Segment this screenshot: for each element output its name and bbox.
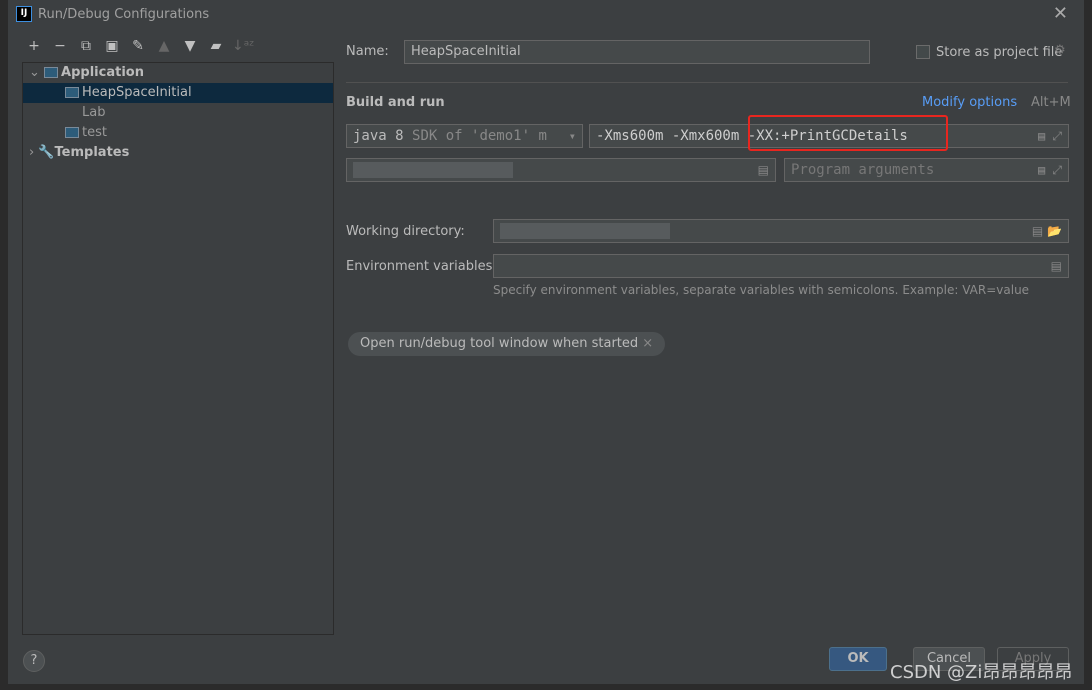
tree-item-lab[interactable]: Lab bbox=[23, 103, 333, 123]
jdk-select[interactable]: java 8 SDK of 'demo1' m ▾ bbox=[346, 124, 583, 148]
app-icon bbox=[44, 67, 59, 78]
dialog-title: Run/Debug Configurations bbox=[38, 7, 210, 22]
new-folder-icon[interactable]: ▰ bbox=[206, 38, 226, 54]
wrench-icon[interactable]: ✎ bbox=[128, 38, 148, 54]
tree-application[interactable]: ⌄ Application bbox=[23, 63, 333, 83]
config-tree: ⌄ Application HeapSpaceInitial Lab test … bbox=[22, 62, 334, 635]
tree-templates[interactable]: › 🔧Templates bbox=[23, 143, 333, 163]
workdir-input[interactable]: ▤ 📂 bbox=[493, 219, 1069, 243]
remove-icon[interactable]: − bbox=[50, 38, 70, 54]
wrench-icon: 🔧 bbox=[38, 145, 55, 160]
redacted-blur bbox=[500, 222, 670, 239]
placeholder: Program arguments bbox=[791, 162, 935, 178]
folder-icon[interactable]: ▤ 📂 bbox=[1032, 220, 1062, 242]
move-down-icon[interactable]: ▼ bbox=[180, 38, 200, 54]
close-icon[interactable]: × bbox=[642, 336, 653, 351]
store-label: Store as project file bbox=[936, 45, 1063, 60]
tree-label: Application bbox=[61, 65, 144, 80]
modify-shortcut: Alt+M bbox=[1031, 95, 1071, 110]
modify-options-link[interactable]: Modify options bbox=[922, 95, 1017, 110]
help-button[interactable]: ? bbox=[23, 650, 45, 672]
tree-label: Templates bbox=[54, 145, 130, 160]
close-icon[interactable]: ✕ bbox=[1053, 3, 1068, 24]
sort-icon[interactable]: ↓ᵃᶻ bbox=[232, 38, 254, 54]
divider bbox=[346, 82, 1068, 83]
doc-icon[interactable]: ▤ bbox=[1051, 255, 1062, 277]
workdir-label: Working directory: bbox=[346, 224, 465, 239]
copy-icon[interactable]: ⧉ bbox=[76, 38, 96, 54]
env-input[interactable]: ▤ bbox=[493, 254, 1069, 278]
add-icon[interactable]: + bbox=[24, 38, 44, 54]
env-label: Environment variables: bbox=[346, 259, 497, 274]
expand-icon[interactable]: ▤ ⤢ bbox=[1038, 125, 1062, 147]
program-arguments-input[interactable]: Program arguments ▤ ⤢ bbox=[784, 158, 1069, 182]
intellij-logo: IJ bbox=[16, 6, 32, 22]
tree-label: Lab bbox=[82, 105, 106, 120]
env-hint: Specify environment variables, separate … bbox=[493, 283, 1030, 297]
jdk-value: java 8 bbox=[353, 128, 404, 144]
watermark: CSDN @Zi昂昂昂昂昂 bbox=[890, 662, 1073, 683]
tree-item-heapspaceinitial[interactable]: HeapSpaceInitial bbox=[23, 83, 333, 103]
gear-icon[interactable]: ⚙ bbox=[1054, 43, 1066, 58]
tree-label: HeapSpaceInitial bbox=[82, 85, 192, 100]
tree-item-test[interactable]: test bbox=[23, 123, 333, 143]
redacted-blur bbox=[353, 161, 513, 178]
tool-window-chip[interactable]: Open run/debug tool window when started … bbox=[348, 332, 666, 356]
section-title: Build and run bbox=[346, 95, 445, 110]
app-icon bbox=[65, 127, 79, 138]
chevron-down-icon: ▾ bbox=[568, 129, 576, 143]
tree-label: test bbox=[82, 125, 107, 140]
chip-label: Open run/debug tool window when started bbox=[360, 336, 639, 351]
ok-button[interactable]: OK bbox=[829, 647, 887, 671]
classpath-input[interactable]: ▤ bbox=[346, 158, 776, 182]
move-up-icon[interactable]: ▲ bbox=[154, 38, 174, 54]
highlight-box bbox=[748, 115, 948, 151]
save-icon[interactable]: ▣ bbox=[102, 38, 122, 54]
doc-icon: ▤ bbox=[757, 163, 769, 177]
store-checkbox[interactable] bbox=[916, 45, 930, 59]
run-debug-dialog: IJ Run/Debug Configurations ✕ + − ⧉ ▣ ✎ … bbox=[8, 0, 1084, 684]
toolbar: + − ⧉ ▣ ✎ ▲ ▼ ▰ ↓ᵃᶻ bbox=[24, 38, 254, 54]
name-input[interactable]: HeapSpaceInitial bbox=[404, 40, 870, 64]
name-label: Name: bbox=[346, 44, 389, 59]
app-icon bbox=[65, 87, 79, 98]
expand-icon[interactable]: ▤ ⤢ bbox=[1038, 159, 1062, 181]
jdk-hint: SDK of 'demo1' m bbox=[412, 128, 547, 144]
